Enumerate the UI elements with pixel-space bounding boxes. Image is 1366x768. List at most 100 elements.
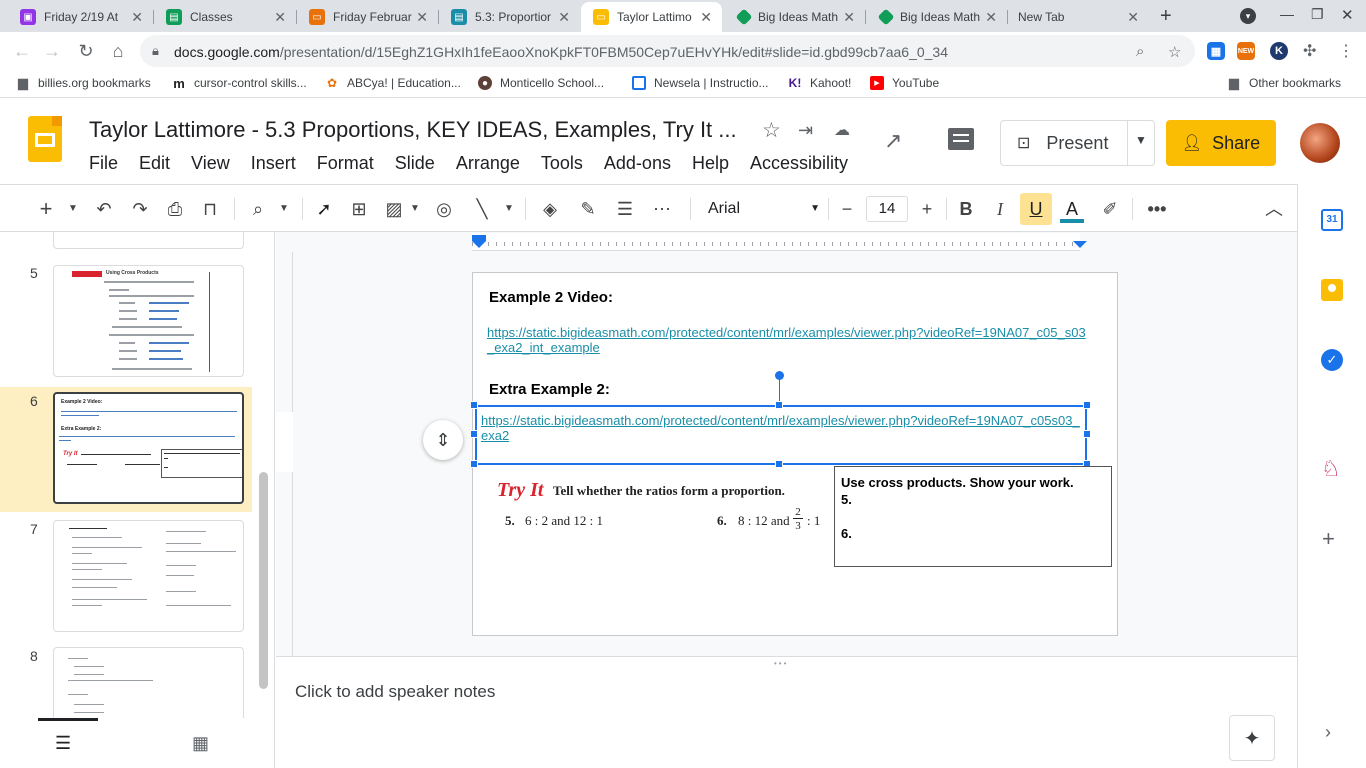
close-tab-icon[interactable]: ✕	[1127, 9, 1139, 25]
new-extension-icon[interactable]: NEW	[1237, 42, 1255, 60]
activity-trend-icon[interactable]: ↗	[884, 128, 902, 154]
browser-tab[interactable]: ▣ Friday 2/19 At ✕	[8, 2, 153, 32]
present-dropdown-icon[interactable]: ▼	[1135, 133, 1147, 147]
slide-thumbnail-selected[interactable]: Example 2 Video: Extra Example 2: Try It	[53, 392, 244, 504]
undo-icon[interactable]: ↶	[92, 197, 116, 221]
close-tab-icon[interactable]: ✕	[131, 9, 143, 25]
cloud-status-icon[interactable]: ☁	[834, 120, 850, 140]
menu-tools[interactable]: Tools	[541, 153, 583, 174]
tab-search-icon[interactable]: ▾	[1240, 8, 1256, 24]
menu-insert[interactable]: Insert	[251, 153, 296, 174]
new-slide-icon[interactable]: +	[36, 197, 56, 221]
grid-view-icon[interactable]: ▦	[192, 733, 209, 754]
bookmark-item[interactable]: ▶ YouTube	[870, 76, 939, 90]
filmstrip-scrollbar[interactable]	[259, 472, 268, 689]
highlight-color-icon[interactable]: ✐	[1098, 197, 1122, 221]
present-button[interactable]: ⊡ Present ▼	[1000, 120, 1155, 166]
first-line-indent-icon[interactable]	[472, 241, 486, 248]
close-tab-icon[interactable]: ✕	[843, 9, 855, 25]
menu-help[interactable]: Help	[692, 153, 729, 174]
get-addons-icon[interactable]: +	[1322, 526, 1335, 552]
chevron-down-icon[interactable]: ▼	[502, 197, 516, 221]
new-tab-icon[interactable]: +	[1160, 5, 1172, 28]
close-tab-icon[interactable]: ✕	[700, 9, 712, 25]
paint-format-icon[interactable]: ⊓	[198, 197, 222, 221]
italic-icon[interactable]: I	[988, 197, 1012, 221]
browser-tab-active[interactable]: ▭ Taylor Lattimo ✕	[581, 2, 722, 32]
home-icon[interactable]: ⌂	[106, 39, 130, 63]
extra-example-link[interactable]: https://static.bigideasmath.com/protecte…	[481, 413, 1081, 443]
star-icon[interactable]: ☆	[762, 118, 781, 143]
shape-icon[interactable]: ◎	[432, 197, 456, 221]
chevron-down-icon[interactable]: ▼	[277, 197, 291, 221]
slide-thumbnail[interactable]: Using Cross Products	[53, 265, 244, 377]
bookmark-star-icon[interactable]: ☆	[1168, 43, 1181, 61]
browser-tab[interactable]: New Tab ✕	[1008, 2, 1149, 32]
menu-slide[interactable]: Slide	[395, 153, 435, 174]
filmstrip-view-icon[interactable]: ☰	[55, 733, 71, 754]
chevron-down-icon[interactable]: ▼	[66, 197, 80, 221]
calendar-icon[interactable]: 31	[1321, 209, 1343, 231]
bookmark-item[interactable]: Newsela | Instructio...	[632, 76, 769, 90]
underline-icon[interactable]: U	[1020, 193, 1052, 225]
bookmark-item[interactable]: m cursor-control skills...	[172, 76, 306, 91]
back-icon[interactable]: ←	[10, 39, 34, 63]
image-icon[interactable]: ▨	[382, 197, 406, 221]
font-family-select[interactable]: Arial ▼	[700, 197, 824, 221]
text-color-icon[interactable]: A	[1060, 197, 1084, 223]
comments-icon[interactable]	[948, 128, 974, 150]
extension-icon[interactable]: ▦	[1207, 42, 1225, 60]
vertical-align-icon[interactable]: ⇕	[423, 420, 463, 460]
font-size-input[interactable]: 14	[866, 196, 908, 222]
keep-icon[interactable]	[1321, 279, 1343, 301]
border-dash-icon[interactable]: ⋯	[650, 197, 674, 221]
selected-text-box[interactable]: https://static.bigideasmath.com/protecte…	[475, 405, 1087, 465]
resize-handle[interactable]	[470, 430, 478, 438]
browser-tab[interactable]: Big Ideas Math ✕	[724, 2, 865, 32]
document-title[interactable]: Taylor Lattimore - 5.3 Proportions, KEY …	[89, 117, 737, 143]
browser-tab[interactable]: Big Ideas Math ✕	[866, 2, 1007, 32]
fill-color-icon[interactable]: ◈	[538, 197, 562, 221]
resize-handle[interactable]	[470, 401, 478, 409]
more-options-icon[interactable]: •••	[1145, 197, 1169, 221]
menu-arrange[interactable]: Arrange	[456, 153, 520, 174]
slide-thumbnail[interactable]	[53, 647, 244, 718]
zoom-icon[interactable]: ⌕	[246, 197, 270, 221]
menu-accessibility[interactable]: Accessibility	[750, 153, 848, 174]
right-indent-icon[interactable]	[1073, 241, 1087, 248]
increase-font-icon[interactable]: +	[916, 197, 938, 221]
speaker-notes[interactable]: Click to add speaker notes ✦	[276, 668, 1297, 768]
move-folder-icon[interactable]: ⇥	[798, 120, 813, 141]
menu-file[interactable]: File	[89, 153, 118, 174]
zoom-icon[interactable]: ⌕	[1136, 43, 1144, 60]
print-icon[interactable]: ⎙	[163, 197, 187, 221]
border-weight-icon[interactable]: ☰	[613, 197, 637, 221]
text-box-icon[interactable]: ⊞	[347, 197, 371, 221]
share-button[interactable]: 👤︎ Share	[1166, 120, 1276, 166]
close-tab-icon[interactable]: ✕	[274, 9, 286, 25]
close-tab-icon[interactable]: ✕	[985, 9, 997, 25]
other-bookmarks[interactable]: ▆ Other bookmarks	[1227, 75, 1341, 90]
addon-unicorn-icon[interactable]: ♘	[1321, 456, 1341, 482]
browser-tab[interactable]: ▭ Friday Februar ✕	[297, 2, 438, 32]
close-tab-icon[interactable]: ✕	[416, 9, 428, 25]
bookmark-item[interactable]: ▆ billies.org bookmarks	[16, 75, 151, 90]
select-cursor-icon[interactable]: ➚	[312, 197, 336, 221]
resize-handle[interactable]	[1083, 401, 1091, 409]
line-icon[interactable]: ╲	[470, 197, 494, 221]
work-box[interactable]: Use cross products. Show your work. 5. 6…	[834, 466, 1112, 567]
resize-handle[interactable]	[1083, 430, 1091, 438]
resize-handle[interactable]	[470, 460, 478, 468]
menu-edit[interactable]: Edit	[139, 153, 170, 174]
example-video-link[interactable]: https://static.bigideasmath.com/protecte…	[487, 325, 1091, 355]
menu-format[interactable]: Format	[317, 153, 374, 174]
chevron-right-icon[interactable]: ›	[1325, 722, 1331, 743]
address-bar[interactable]: 🔒︎ docs.google.com/presentation/d/15EghZ…	[140, 35, 1195, 67]
bookmark-item[interactable]: ✿ ABCya! | Education...	[325, 76, 461, 90]
close-window-icon[interactable]: ✕	[1341, 6, 1354, 24]
resize-handle[interactable]	[775, 401, 783, 409]
browser-tab[interactable]: ▤ Classes ✕	[154, 2, 296, 32]
k-extension-icon[interactable]: K	[1270, 42, 1288, 60]
avatar[interactable]	[1300, 123, 1340, 163]
notes-resize-handle[interactable]: •••	[276, 656, 1297, 668]
